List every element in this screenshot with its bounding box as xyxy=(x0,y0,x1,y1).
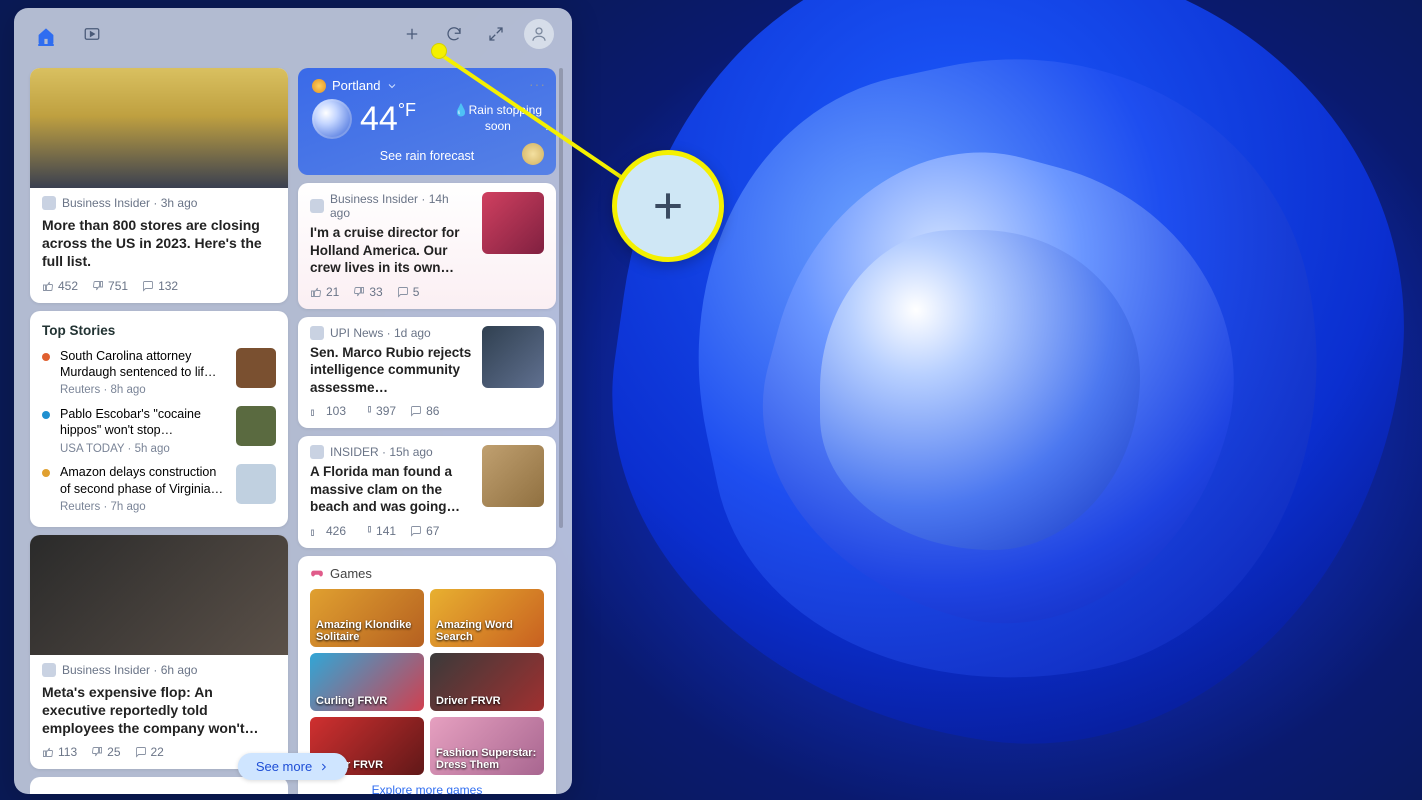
news-card[interactable]: INSIDER · 15h ago A Florida man found a … xyxy=(298,436,556,548)
news-thumb xyxy=(482,445,544,507)
like-count[interactable]: 452 xyxy=(42,279,78,293)
comment-count[interactable]: 132 xyxy=(142,279,178,293)
news-thumb xyxy=(482,326,544,388)
forecast-link[interactable]: See rain forecast xyxy=(312,149,542,163)
top-story-item[interactable]: South Carolina attorney Murdaugh sentenc… xyxy=(42,348,276,398)
annotation-dot xyxy=(432,44,446,58)
news-card[interactable]: Business Insider · 6h ago Meta's expensi… xyxy=(30,535,288,770)
weather-rain-icon xyxy=(312,99,352,139)
story-thumb xyxy=(236,348,276,388)
news-card[interactable]: UPI News · 1d ago Sen. Marco Rubio rejec… xyxy=(298,317,556,429)
top-stories-card: Top Stories South Carolina attorney Murd… xyxy=(30,311,288,527)
expand-icon[interactable] xyxy=(482,20,510,48)
news-card-source: Business Insider · 6h ago xyxy=(62,663,197,677)
news-card[interactable]: Business Insider · 14h ago I'm a cruise … xyxy=(298,183,556,309)
weather-card[interactable]: Portland 44°F 💧Rain stoppingsoon › See r… xyxy=(298,68,556,175)
profile-avatar[interactable] xyxy=(524,19,554,49)
news-card-source: Business Insider · 3h ago xyxy=(62,196,197,210)
game-tile[interactable]: Fashion Superstar: Dress Them xyxy=(430,717,544,775)
game-tile[interactable]: Curling FRVR xyxy=(310,653,424,711)
chevron-down-icon[interactable] xyxy=(386,80,398,92)
weather-location: Portland xyxy=(332,78,380,93)
story-thumb xyxy=(236,406,276,446)
news-card[interactable]: Business Insider · 3h ago More than 800 … xyxy=(30,68,288,303)
add-widget-icon[interactable] xyxy=(398,20,426,48)
chevron-right-icon xyxy=(318,761,330,773)
game-tile[interactable]: Driver FRVR xyxy=(430,653,544,711)
game-tile[interactable]: Amazing Word Search xyxy=(430,589,544,647)
controller-icon xyxy=(310,566,324,580)
watch-icon[interactable] xyxy=(78,20,106,48)
annotation-zoom-bubble xyxy=(612,150,724,262)
game-tile[interactable]: Amazing Klondike Solitaire xyxy=(310,589,424,647)
reaction-bar: 452 751 132 xyxy=(42,279,276,293)
panel-scrollbar[interactable] xyxy=(559,68,563,528)
more-icon[interactable]: ··· xyxy=(529,76,546,92)
story-thumb xyxy=(236,464,276,504)
dislike-count[interactable]: 751 xyxy=(92,279,128,293)
refresh-icon[interactable] xyxy=(440,20,468,48)
source-badge xyxy=(42,196,56,210)
feed-column-left: Business Insider · 3h ago More than 800 … xyxy=(30,68,288,794)
news-card-image xyxy=(30,535,288,655)
games-header: Games xyxy=(330,566,372,581)
top-story-item[interactable]: Amazon delays construction of second pha… xyxy=(42,464,276,514)
top-story-item[interactable]: Pablo Escobar's "cocaine hippos" won't s… xyxy=(42,406,276,456)
widgets-panel: Business Insider · 3h ago More than 800 … xyxy=(14,8,572,794)
news-thumb xyxy=(482,192,544,254)
weather-condition-icon xyxy=(312,79,326,93)
plus-icon xyxy=(649,187,687,225)
widgets-toolbar xyxy=(14,8,572,60)
news-card-title: More than 800 stores are closing across … xyxy=(42,216,276,271)
see-more-button[interactable]: See more xyxy=(238,753,348,780)
news-card-image xyxy=(30,68,288,188)
top-stories-header: Top Stories xyxy=(42,323,276,338)
news-card-title: Meta's expensive flop: An executive repo… xyxy=(42,683,276,738)
explore-games-link[interactable]: Explore more games xyxy=(310,783,544,794)
weather-next-icon[interactable]: › xyxy=(545,118,550,134)
feed-column-right: Portland 44°F 💧Rain stoppingsoon › See r… xyxy=(298,68,556,794)
